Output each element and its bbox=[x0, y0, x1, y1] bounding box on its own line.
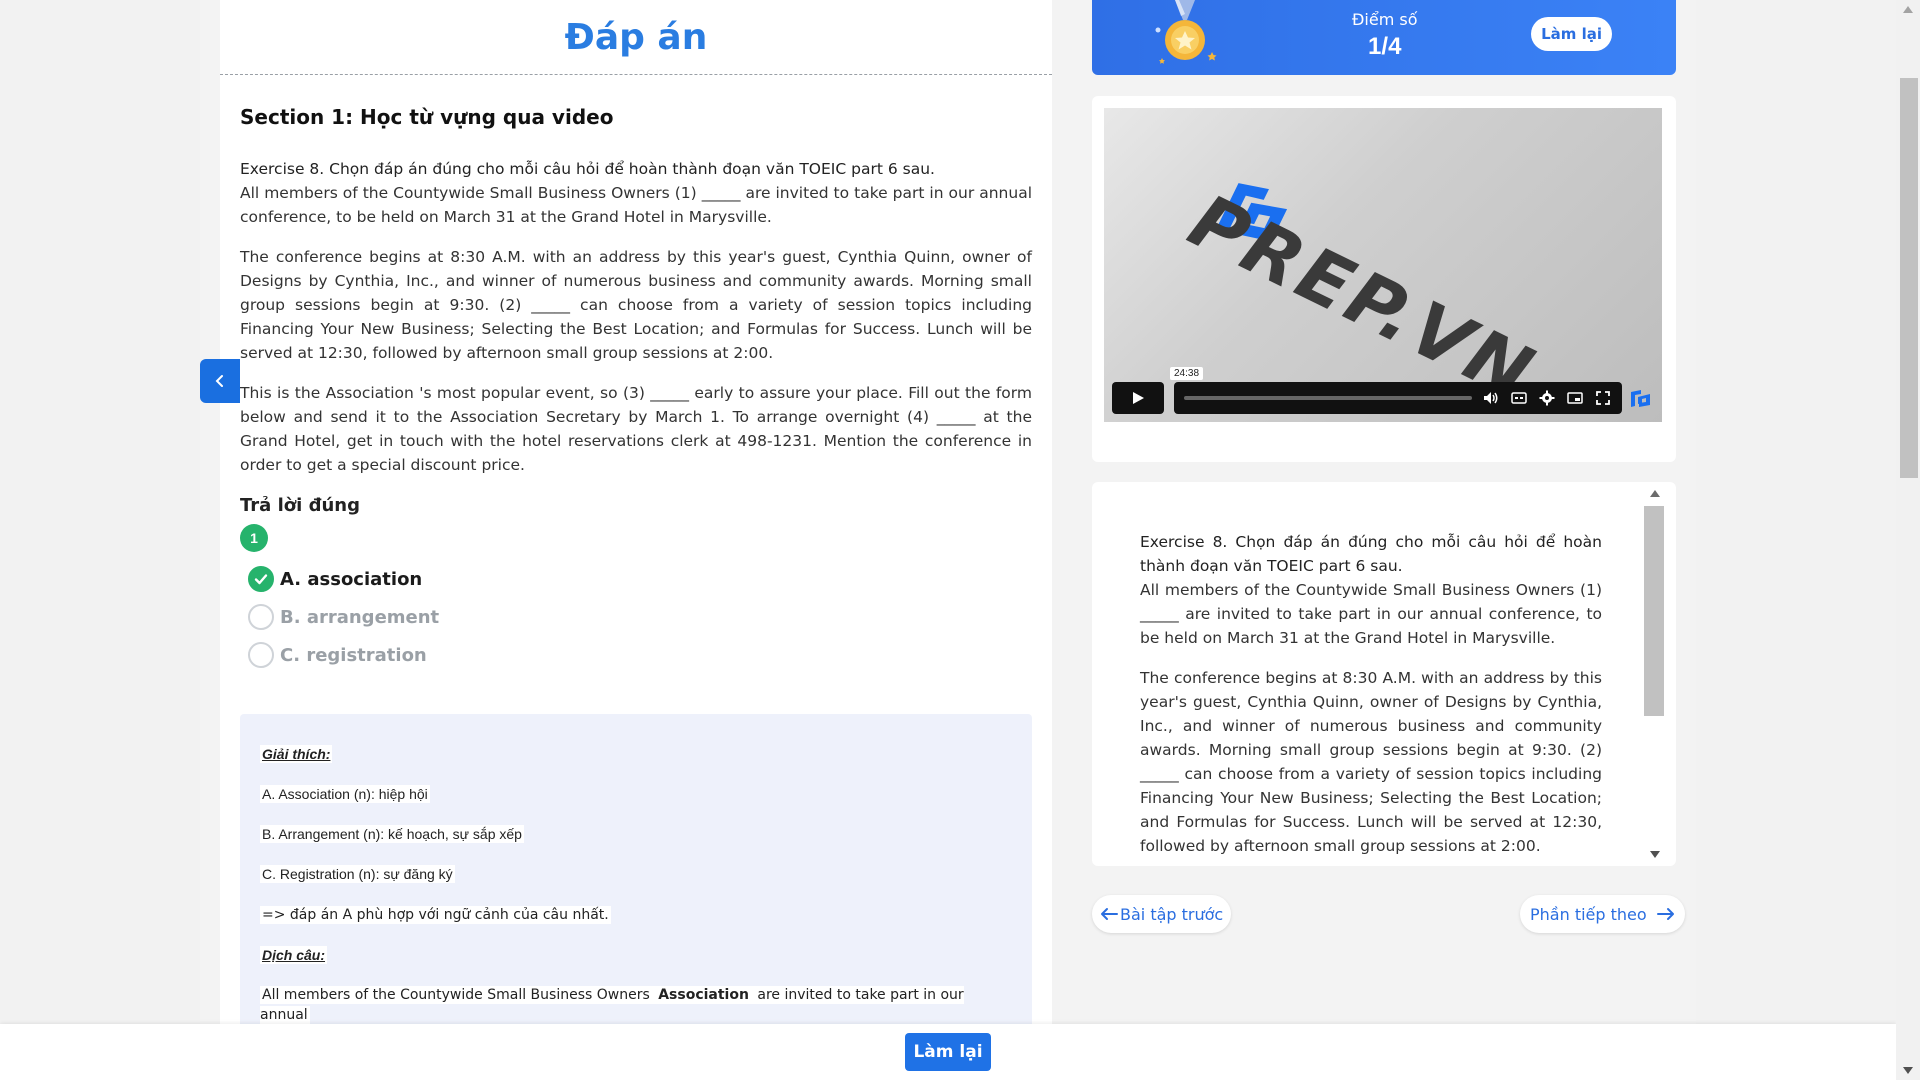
next-section-label: Phần tiếp theo bbox=[1530, 904, 1647, 924]
picture-in-picture-icon[interactable] bbox=[1566, 389, 1584, 407]
retry-button-bottom[interactable]: Làm lại bbox=[905, 1033, 991, 1071]
correct-answer-heading: Trả lời đúng bbox=[240, 495, 360, 516]
radio-empty-icon bbox=[248, 642, 274, 668]
previous-exercise-label: Bài tập trước bbox=[1120, 904, 1224, 924]
passage-paragraph-2: The conference begins at 8:30 A.M. with … bbox=[240, 248, 1032, 362]
answer-content[interactable]: Section 1: Học từ vựng qua video Exercis… bbox=[220, 75, 1052, 1030]
passage-scroll-content: Exercise 8. Chọn đáp án đúng cho mỗi câu… bbox=[1140, 530, 1602, 866]
page-title: Đáp án bbox=[564, 16, 708, 58]
passage-paragraph-1: All members of the Countywide Small Busi… bbox=[240, 184, 1032, 226]
score-value: 1/4 bbox=[1368, 33, 1402, 60]
passage-scroll-thumb[interactable] bbox=[1644, 506, 1664, 716]
previous-exercise-button[interactable]: Bài tập trước bbox=[1092, 895, 1232, 933]
video-card: PREP.VN 24:38 bbox=[1092, 96, 1676, 462]
captions-icon[interactable] bbox=[1510, 389, 1528, 407]
exercise-passage: Exercise 8. Chọn đáp án đúng cho mỗi câu… bbox=[240, 157, 1032, 229]
fullscreen-icon[interactable] bbox=[1594, 389, 1612, 407]
passage-scroll-panel[interactable]: Exercise 8. Chọn đáp án đúng cho mỗi câu… bbox=[1092, 482, 1676, 866]
question-number-badge: 1 bbox=[240, 524, 268, 552]
explanation-conclusion: => đáp án A phù hợp với ngữ cảnh của câu… bbox=[260, 906, 611, 924]
right-passage-paragraph-2: The conference begins at 8:30 A.M. with … bbox=[1140, 669, 1602, 855]
retry-button-top[interactable]: Làm lại bbox=[1531, 17, 1612, 51]
answer-panel: Đáp án Section 1: Học từ vựng qua video … bbox=[220, 0, 1052, 1030]
play-button[interactable] bbox=[1112, 382, 1164, 414]
window-scrollbar[interactable] bbox=[1896, 0, 1920, 1080]
check-circle-icon bbox=[248, 566, 274, 592]
score-bar: Điểm số 1/4 Làm lại bbox=[1092, 0, 1676, 75]
video-control-bar bbox=[1174, 382, 1622, 414]
translation-heading: Dịch câu: bbox=[260, 946, 328, 964]
volume-icon[interactable] bbox=[1482, 389, 1500, 407]
window-scroll-thumb[interactable] bbox=[1900, 78, 1918, 478]
answer-option-label: A. association bbox=[280, 568, 423, 590]
bottom-action-bar: Làm lại bbox=[0, 1024, 1896, 1080]
passage-paragraph-3: This is the Association 's most popular … bbox=[240, 384, 1032, 474]
video-controls bbox=[1112, 382, 1622, 414]
page-title-bar: Đáp án bbox=[220, 0, 1052, 75]
watermark-logo-icon bbox=[1631, 390, 1650, 407]
arrow-right-icon bbox=[1656, 908, 1674, 920]
translation-bold: Association bbox=[656, 986, 751, 1004]
explanation-c: C. Registration (n): sự đăng ký bbox=[260, 865, 455, 883]
video-timeline[interactable] bbox=[1184, 396, 1472, 400]
score-label: Điểm số bbox=[1352, 10, 1418, 29]
window-scroll-up-icon[interactable] bbox=[1903, 6, 1913, 13]
section-title: Section 1: Học từ vựng qua video bbox=[240, 105, 614, 129]
answer-option-c[interactable]: C. registration bbox=[240, 636, 1032, 674]
radio-empty-icon bbox=[248, 604, 274, 630]
chevron-left-icon bbox=[215, 375, 223, 387]
arrow-left-icon bbox=[1101, 908, 1118, 920]
explanation-b: B. Arrangement (n): kế hoạch, sự sắp xếp bbox=[260, 825, 524, 843]
translation-pre: All members of the Countywide Small Busi… bbox=[260, 986, 657, 1004]
scroll-down-arrow-icon[interactable] bbox=[1650, 851, 1660, 858]
play-icon bbox=[1133, 392, 1144, 404]
answer-option-label: B. arrangement bbox=[280, 606, 440, 628]
translation-text: All members of the Countywide Small Busi… bbox=[260, 985, 1012, 1025]
collapse-panel-button[interactable] bbox=[200, 359, 240, 403]
answer-option-b[interactable]: B. arrangement bbox=[240, 598, 1032, 636]
right-exercise-block: Exercise 8. Chọn đáp án đúng cho mỗi câu… bbox=[1140, 530, 1602, 650]
exercise-intro: Exercise 8. Chọn đáp án đúng cho mỗi câu… bbox=[240, 160, 935, 178]
next-section-button[interactable]: Phần tiếp theo bbox=[1520, 895, 1685, 933]
score-display: Điểm số 1/4 bbox=[1352, 10, 1417, 61]
right-exercise-intro: Exercise 8. Chọn đáp án đúng cho mỗi câu… bbox=[1140, 533, 1602, 575]
settings-gear-icon[interactable] bbox=[1538, 389, 1556, 407]
passage-scrollbar[interactable] bbox=[1644, 482, 1664, 866]
answer-option-label: C. registration bbox=[280, 644, 427, 666]
video-timecode: 24:38 bbox=[1170, 367, 1204, 380]
medal-icon bbox=[1155, 0, 1217, 64]
explanation-box: Giải thích: A. Association (n): hiệp hội… bbox=[240, 714, 1032, 1030]
answer-option-a[interactable]: A. association bbox=[240, 560, 1032, 598]
explanation-heading: Giải thích: bbox=[260, 745, 333, 763]
scroll-up-arrow-icon[interactable] bbox=[1650, 490, 1660, 497]
video-player[interactable]: PREP.VN 24:38 bbox=[1104, 108, 1662, 422]
explanation-a: A. Association (n): hiệp hội bbox=[260, 785, 430, 803]
right-passage-paragraph-1: All members of the Countywide Small Busi… bbox=[1140, 581, 1602, 647]
window-scroll-down-icon[interactable] bbox=[1903, 1067, 1913, 1074]
